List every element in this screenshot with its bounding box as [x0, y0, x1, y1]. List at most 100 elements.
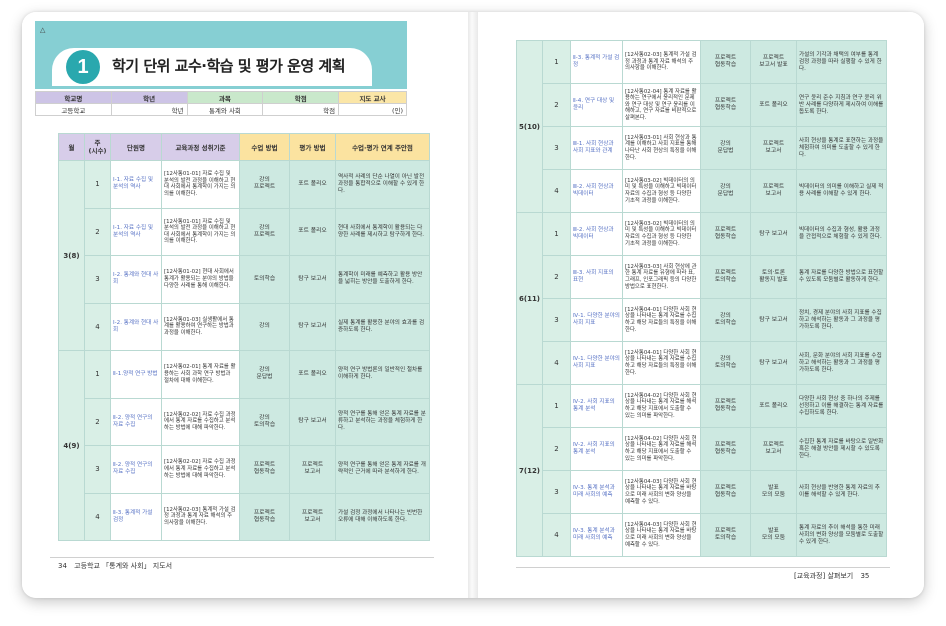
- standard-cell: [12사통01-02] 현대 사회에서 통계가 활용되는 분야의 방법을 다양한…: [161, 255, 240, 304]
- week-cell: 1: [542, 384, 571, 428]
- teaching-method-cell: 강의 토의학습: [239, 397, 290, 446]
- assessment-method-cell: 프로젝트 보고서 발표: [750, 40, 797, 84]
- header-assessment-method: 평가 방법: [289, 133, 336, 161]
- table-row: 3 Ⅳ-1. 다양한 분야의 사회 지표 [12사통04-01] 다양한 사회 현상…: [517, 298, 887, 342]
- table-row: 4 Ⅳ-1. 다양한 분야의 사회 지표 [12사통04-01] 다양한 사회 현상…: [517, 341, 887, 385]
- month-cell: 4(9): [58, 350, 85, 541]
- standard-cell: [12사통03-02] 빅데이터의 의미 및 특성을 이해하고 빅데이터 자료의…: [622, 212, 701, 256]
- week-cell: 3: [84, 255, 111, 304]
- left-schedule-table: 월 주 (시수) 단원명 교육과정 성취기준 수업 방법 평가 방법 수업·평가…: [58, 133, 430, 541]
- assessment-method-cell: 탐구 보고서: [289, 397, 336, 446]
- assessment-method-cell: 탐구 보고서: [750, 212, 797, 256]
- info-value: 고등학교: [35, 103, 112, 116]
- teaching-method-cell: 프로젝트 협동학습: [700, 212, 751, 256]
- info-label: 학년: [110, 91, 188, 104]
- corner-mark: △: [40, 26, 46, 34]
- table-row: 2 Ⅱ-2. 양적 연구의 자료 수집 [12사통02-02] 자료 수집 과정에서…: [59, 397, 430, 446]
- table-row: 6(11) 1 Ⅲ-2. 사회 현상과 빅데이터 [12사통03-02] 빅데이터의 …: [516, 212, 887, 385]
- week-cell: 2: [542, 255, 571, 299]
- assessment-method-cell: 탐구 보고서: [750, 341, 797, 385]
- right-footer: [교육과정] 살펴보기 35: [794, 571, 869, 581]
- teaching-method-cell: 프로젝트 토의학습: [700, 513, 751, 557]
- teaching-method-cell: 강의 토의학습: [700, 298, 751, 342]
- connection-focus-cell: 빅데이터의 수집과 형성, 활용 과정을 간접적으로 체험할 수 있게 한다.: [796, 212, 887, 256]
- header-connection-focus: 수업·평가 연계 주안점: [335, 133, 430, 161]
- week-cell: 2: [542, 427, 571, 471]
- standard-cell: [12사통04-03] 다양한 사회 현상을 나타내는 통계 자료를 바탕으로 …: [622, 513, 701, 557]
- info-value: 학점: [262, 103, 340, 116]
- week-cell: 1: [84, 350, 111, 399]
- connection-focus-cell: 통계학이 미래를 예측하고 활용 방안을 넓히는 방안을 도출하게 한다.: [335, 255, 430, 304]
- teaching-method-cell: 프로젝트 토의학습: [700, 255, 751, 299]
- standard-cell: [12사통01-01] 자료 수집 및 분석의 발전 과정을 이해하고 현대 사…: [161, 207, 240, 256]
- teaching-method-cell: 강의 토의학습: [700, 341, 751, 385]
- connection-focus-cell: 역사적 사례의 단순 나열이 아닌 발전 과정을 통합적으로 이해할 수 있게 …: [335, 160, 430, 209]
- info-label: 학교명: [35, 91, 112, 104]
- connection-focus-cell: 다양한 사회 현상 중 하나의 주제를 선정하고 이를 해결하는 통계 자료를 …: [796, 384, 887, 428]
- month-cell: 7(12): [516, 384, 543, 557]
- teaching-method-cell: 강의: [239, 302, 290, 351]
- right-table-body: 5(10) 1 Ⅱ-3. 통계적 가설 검정 [12사통02-03] 통계적 가설 검…: [516, 40, 887, 557]
- table-row: 3 Ⅳ-3. 통계 분석과 미래 사회의 예측 [12사통04-03] 다양한 사회…: [517, 470, 887, 514]
- header-unit: 단원명: [110, 133, 162, 161]
- connection-focus-cell: 통계 자료를 다양한 방법으로 표현할 수 있도록 모둠별로 활동하게 한다.: [796, 255, 887, 299]
- table-row: 4 Ⅲ-2. 사회 현상과 빅데이터 [12사통03-02] 빅데이터의 의미 및 …: [517, 169, 887, 213]
- standard-cell: [12사통02-02] 자료 수집 과정에서 통계 자료를 수집하고 분석하는 …: [161, 445, 240, 494]
- assessment-method-cell: 발표 모의 모둠: [750, 470, 797, 514]
- left-table-body: 3(8) 1 Ⅰ-1. 자료 수집 및 분석의 역사 [12사통01-01] 자료 수…: [58, 160, 430, 541]
- footer-text: [교육과정] 살펴보기: [794, 572, 854, 580]
- teaching-method-cell: 강의 문답법: [700, 169, 751, 213]
- connection-focus-cell: 양적 연구를 통해 얻은 통계 자료를 개략적인 근거에 따라 분석하게 한다.: [335, 445, 430, 494]
- teaching-method-cell: 강의 프로젝트: [239, 207, 290, 256]
- left-footer: 34 고등학교 「통계와 사회」 지도서: [58, 561, 172, 571]
- connection-focus-cell: 사회 현상을 반영한 통계 자료의 추이를 해석할 수 있게 한다.: [796, 470, 887, 514]
- right-schedule-table: 5(10) 1 Ⅱ-3. 통계적 가설 검정 [12사통02-03] 통계적 가설 검…: [516, 40, 887, 557]
- right-footer-rule: [516, 567, 890, 568]
- connection-focus-cell: 가설의 기각과 채택의 여부를 통계 검정 과정을 따라 실행할 수 있게 한다…: [796, 40, 887, 84]
- week-cell: 1: [84, 160, 111, 209]
- assessment-method-cell: 프로젝트 보고서: [750, 169, 797, 213]
- week-cell: 1: [542, 212, 571, 256]
- unit-cell: Ⅳ-3. 통계 분석과 미래 사회의 예측: [570, 513, 623, 557]
- connection-focus-cell: 연구 윤리 준수 지침과 연구 윤리 위반 사례를 다양하게 제시하여 이해를 …: [796, 83, 887, 127]
- teaching-method-cell: 토의학습: [239, 255, 290, 304]
- unit-cell: Ⅳ-2. 사회 지표의 통계 분석: [570, 384, 623, 428]
- header-week: 주 (시수): [84, 133, 111, 161]
- table-row: 2 Ⅲ-3. 사회 지표의 표현 [12사통03-03] 사회 현상에 관한 통계 …: [517, 255, 887, 299]
- week-cell: 3: [542, 470, 571, 514]
- info-value: (인): [338, 103, 407, 116]
- table-row: 2 Ⅰ-1. 자료 수집 및 분석의 역사 [12사통01-01] 자료 수집 및 …: [59, 207, 430, 256]
- connection-focus-cell: 사회 현상을 통계로 표현하는 과정을 체험하여 의미를 도출할 수 있게 한다…: [796, 126, 887, 170]
- table-row: 3 Ⅲ-1. 사회 현상과 사회 지표와 관계 [12사통03-01] 사회 현상과…: [517, 126, 887, 170]
- table-row: 3(8) 1 Ⅰ-1. 자료 수집 및 분석의 역사 [12사통01-01] 자료 수…: [58, 160, 430, 351]
- week-cell: 4: [542, 169, 571, 213]
- unit-cell: Ⅲ-2. 사회 현상과 빅데이터: [570, 169, 623, 213]
- month-cell: 3(8): [58, 160, 85, 351]
- table-row: 4(9) 1 Ⅱ-1.양적 연구 방법 [12사통02-01] 통계 자료를 활용하는…: [58, 350, 430, 541]
- assessment-method-cell: 탐구 보고서: [750, 298, 797, 342]
- unit-cell: Ⅰ-1. 자료 수집 및 분석의 역사: [110, 160, 162, 209]
- standard-cell: [12사통03-01] 사회 현상과 통계를 이해하고 사회 지표를 통해 나타…: [622, 126, 701, 170]
- week-cell: 3: [542, 126, 571, 170]
- week-cell: 2: [542, 83, 571, 127]
- assessment-method-cell: 토의·토론 활동지 발표: [750, 255, 797, 299]
- unit-cell: Ⅱ-2. 양적 연구의 자료 수집: [110, 397, 162, 446]
- info-label: 지도 교사: [338, 91, 407, 104]
- unit-cell: Ⅰ-2. 통계와 현대 사회: [110, 302, 162, 351]
- header-teaching-method: 수업 방법: [239, 133, 290, 161]
- table-row: 2 Ⅱ-4. 연구 대상 및 윤리 [12사통02-04] 통계 자료를 활용하는 …: [517, 83, 887, 127]
- assessment-method-cell: 프로젝트 보고서: [750, 126, 797, 170]
- connection-focus-cell: 수집한 통계 자료를 바탕으로 일반화 혹은 해결 방안을 제시할 수 있도록 …: [796, 427, 887, 471]
- unit-cell: Ⅳ-3. 통계 분석과 미래 사회의 예측: [570, 470, 623, 514]
- table-row: 4 Ⅱ-3. 통계적 가설 검정 [12사통02-03] 통계적 가설 검정 과정과…: [59, 492, 430, 541]
- standard-cell: [12사통01-03] 실생활에서 통계를 활용하여 연구하는 방법과 과정을 …: [161, 302, 240, 351]
- unit-cell: Ⅲ-2. 사회 현상과 빅데이터: [570, 212, 623, 256]
- school-info-table: 학교명 학년 과목 학점 지도 교사 고등학교 학년 통계와 사회 학점 (인): [35, 91, 407, 116]
- month-cell: 6(11): [516, 212, 543, 385]
- week-cell: 3: [84, 445, 111, 494]
- left-footer-rule: [50, 557, 434, 558]
- standard-cell: [12사통04-03] 다양한 사회 현상을 나타내는 통계 자료를 바탕으로 …: [622, 470, 701, 514]
- standard-cell: [12사통02-04] 통계 자료를 활용하는 연구에서 윤리적인 문제와 연구…: [622, 83, 701, 127]
- connection-focus-cell: 현대 사회에서 통계학이 활용되는 다양한 사례를 제시하고 탐구하게 한다.: [335, 207, 430, 256]
- week-cell: 4: [542, 341, 571, 385]
